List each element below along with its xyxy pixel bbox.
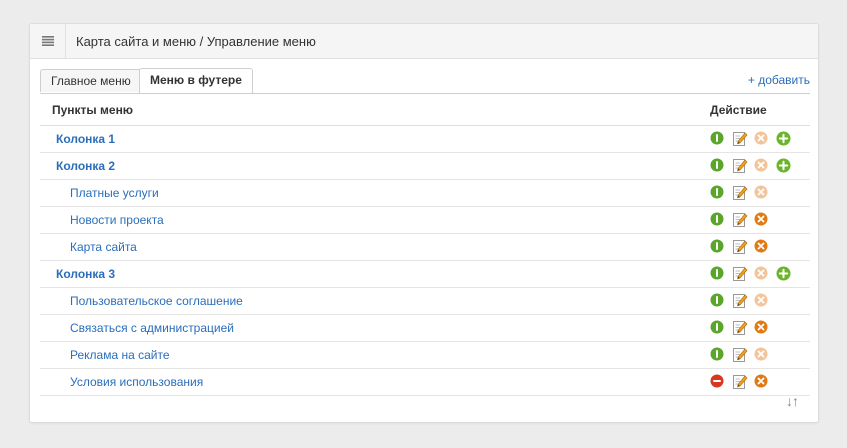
menu-item-link[interactable]: Колонка 3	[40, 267, 115, 281]
delete-disabled-icon	[754, 293, 770, 309]
status-enabled-icon[interactable]	[710, 158, 726, 174]
tabs-row: Главное меню Меню в футере + добавить	[40, 66, 810, 94]
action-cell	[710, 287, 810, 315]
action-cell	[710, 341, 810, 369]
menu-item-link[interactable]: Условия использования	[40, 375, 203, 389]
edit-icon[interactable]	[732, 212, 748, 228]
tab-main-menu[interactable]: Главное меню	[40, 69, 142, 92]
action-cell	[710, 125, 810, 153]
menu-item-cell: Колонка 2	[40, 152, 710, 180]
action-cell	[710, 233, 810, 261]
menu-management-panel: Карта сайта и меню / Управление меню Гла…	[29, 23, 819, 423]
table-row: Новости проекта	[40, 206, 810, 234]
table-row: Реклама на сайте	[40, 341, 810, 369]
action-cell	[710, 206, 810, 234]
hamburger-icon[interactable]	[30, 24, 66, 58]
status-enabled-icon[interactable]	[710, 131, 726, 147]
status-enabled-icon[interactable]	[710, 320, 726, 336]
action-cell	[710, 260, 810, 288]
add-subitem-icon[interactable]	[776, 158, 792, 174]
menu-item-link[interactable]: Новости проекта	[40, 213, 164, 227]
menu-item-cell: Реклама на сайте	[40, 341, 710, 369]
table-row: Платные услуги	[40, 179, 810, 207]
menu-item-link[interactable]: Платные услуги	[40, 186, 159, 200]
delete-disabled-icon	[754, 266, 770, 282]
menu-item-cell: Новости проекта	[40, 206, 710, 234]
sort-icon[interactable]: ↓↑	[786, 393, 799, 409]
action-cell	[710, 152, 810, 180]
table-row: Карта сайта	[40, 233, 810, 261]
menu-item-link[interactable]: Колонка 1	[40, 132, 115, 146]
menu-item-cell: Связаться с администрацией	[40, 314, 710, 342]
table-header-row: Пункты меню Действие	[40, 95, 810, 126]
add-subitem-icon[interactable]	[776, 266, 792, 282]
tab-footer-menu[interactable]: Меню в футере	[139, 68, 253, 93]
menu-item-link[interactable]: Карта сайта	[40, 240, 137, 254]
menu-item-cell: Пользовательское соглашение	[40, 287, 710, 315]
edit-icon[interactable]	[732, 347, 748, 363]
edit-icon[interactable]	[732, 239, 748, 255]
panel-header: Карта сайта и меню / Управление меню	[30, 24, 818, 59]
menu-item-cell: Карта сайта	[40, 233, 710, 261]
menu-item-cell: Колонка 1	[40, 125, 710, 153]
table-row: Условия использования	[40, 368, 810, 396]
delete-icon[interactable]	[754, 239, 770, 255]
edit-icon[interactable]	[732, 131, 748, 147]
status-enabled-icon[interactable]	[710, 239, 726, 255]
edit-icon[interactable]	[732, 320, 748, 336]
status-enabled-icon[interactable]	[710, 266, 726, 282]
status-enabled-icon[interactable]	[710, 212, 726, 228]
table-row: Колонка 3	[40, 260, 810, 288]
table-row: Связаться с администрацией	[40, 314, 810, 342]
menu-item-cell: Платные услуги	[40, 179, 710, 207]
menu-item-link[interactable]: Связаться с администрацией	[40, 321, 234, 335]
status-enabled-icon[interactable]	[710, 185, 726, 201]
column-header-action: Действие	[710, 95, 810, 126]
delete-disabled-icon	[754, 131, 770, 147]
edit-icon[interactable]	[732, 158, 748, 174]
status-enabled-icon[interactable]	[710, 293, 726, 309]
status-enabled-icon[interactable]	[710, 347, 726, 363]
menu-item-link[interactable]: Пользовательское соглашение	[40, 294, 243, 308]
status-disabled-icon[interactable]	[710, 374, 726, 390]
delete-disabled-icon	[754, 158, 770, 174]
page-title: Карта сайта и меню / Управление меню	[76, 33, 316, 49]
edit-icon[interactable]	[732, 293, 748, 309]
edit-icon[interactable]	[732, 374, 748, 390]
add-menu-item-link[interactable]: + добавить	[748, 73, 810, 87]
action-cell	[710, 314, 810, 342]
action-cell	[710, 368, 810, 396]
table-row: Колонка 2	[40, 152, 810, 180]
delete-icon[interactable]	[754, 320, 770, 336]
add-subitem-icon[interactable]	[776, 131, 792, 147]
table-row: Колонка 1	[40, 125, 810, 153]
column-header-items: Пункты меню	[40, 95, 710, 126]
menu-items-table: Пункты меню Действие Колонка 1 Колонка 2 П…	[40, 95, 810, 396]
edit-icon[interactable]	[732, 185, 748, 201]
menu-item-cell: Условия использования	[40, 368, 710, 396]
menu-item-link[interactable]: Реклама на сайте	[40, 348, 170, 362]
menu-item-link[interactable]: Колонка 2	[40, 159, 115, 173]
table-row: Пользовательское соглашение	[40, 287, 810, 315]
delete-icon[interactable]	[754, 212, 770, 228]
delete-disabled-icon	[754, 347, 770, 363]
menu-item-cell: Колонка 3	[40, 260, 710, 288]
action-cell	[710, 179, 810, 207]
delete-disabled-icon	[754, 185, 770, 201]
delete-icon[interactable]	[754, 374, 770, 390]
edit-icon[interactable]	[732, 266, 748, 282]
